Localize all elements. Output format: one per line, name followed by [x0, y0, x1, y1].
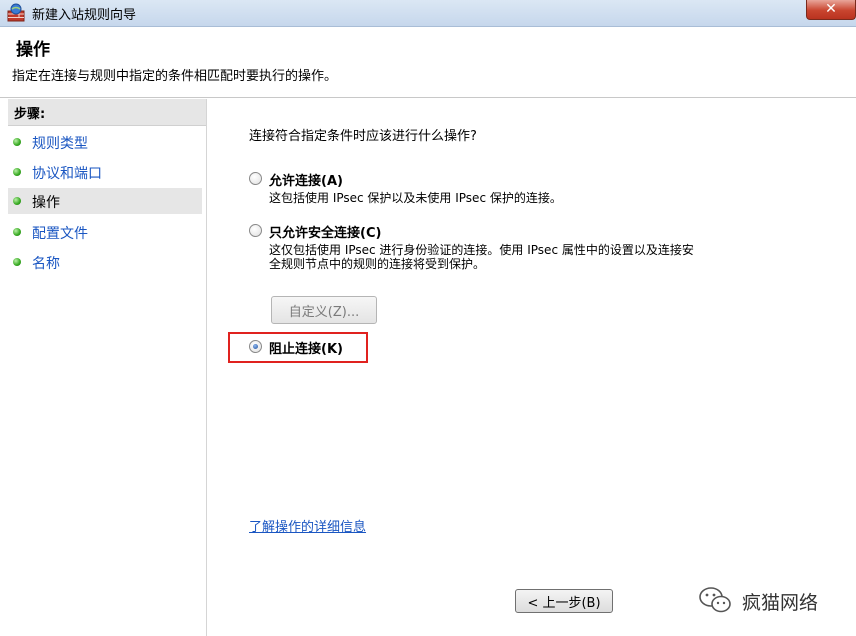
step-bullet-icon	[13, 228, 21, 236]
sidebar-item-label: 名称	[32, 256, 60, 272]
allow-secure-label[interactable]: 只允许安全连接(C)	[269, 222, 381, 241]
sidebar-item-rule-type[interactable]: 规则类型	[8, 129, 202, 155]
allow-connection-description: 这包括使用 IPsec 保护以及未使用 IPsec 保护的连接。	[269, 191, 562, 205]
sidebar-item-label: 规则类型	[32, 136, 88, 152]
close-icon: ✕	[825, 1, 837, 17]
step-bullet-icon	[13, 168, 21, 176]
watermark-text: 疯猫网络	[742, 592, 819, 614]
steps-sidebar: 步骤: 规则类型 协议和端口 操作 配置文件 名称	[8, 99, 207, 636]
sidebar-item-protocol-ports[interactable]: 协议和端口	[8, 159, 202, 185]
step-bullet-icon	[13, 197, 21, 205]
allow-secure-description-line2: 全规则节点中的规则的连接将受到保护。	[269, 257, 486, 271]
allow-secure-description-line1: 这仅包括使用 IPsec 进行身份验证的连接。使用 IPsec 属性中的设置以及…	[269, 243, 694, 257]
back-button[interactable]: < 上一步(B)	[515, 589, 613, 613]
title-bar: 新建入站规则向导 ✕	[0, 0, 856, 27]
action-question: 连接符合指定条件时应该进行什么操作?	[249, 129, 477, 144]
step-bullet-icon	[13, 138, 21, 146]
wizard-header: 操作 指定在连接与规则中指定的条件相匹配时要执行的操作。	[0, 27, 856, 98]
learn-more-link[interactable]: 了解操作的详细信息	[249, 516, 366, 535]
step-bullet-icon	[13, 258, 21, 266]
sidebar-item-name[interactable]: 名称	[8, 249, 202, 275]
watermark: 疯猫网络	[698, 584, 848, 618]
main-content: 连接符合指定条件时应该进行什么操作? 允许连接(A) 这包括使用 IPsec 保…	[207, 99, 856, 636]
sidebar-item-action[interactable]: 操作	[8, 188, 202, 214]
sidebar-item-label: 操作	[32, 195, 60, 211]
block-connection-label[interactable]: 阻止连接(K)	[269, 338, 343, 357]
page-title: 操作	[16, 40, 50, 60]
sidebar-item-profile[interactable]: 配置文件	[8, 219, 202, 245]
sidebar-item-label: 协议和端口	[32, 166, 102, 182]
window-title: 新建入站规则向导	[32, 8, 137, 23]
sidebar-item-label: 配置文件	[32, 226, 88, 242]
allow-connection-label[interactable]: 允许连接(A)	[269, 170, 343, 189]
customize-button[interactable]: 自定义(Z)...	[271, 296, 377, 324]
block-connection-radio[interactable]	[249, 340, 262, 353]
steps-header: 步骤:	[8, 99, 206, 126]
steps-label: 步骤:	[14, 107, 46, 122]
firewall-icon	[7, 3, 25, 22]
allow-connection-radio[interactable]	[249, 172, 262, 185]
close-button[interactable]: ✕	[806, 0, 856, 20]
page-description: 指定在连接与规则中指定的条件相匹配时要执行的操作。	[12, 69, 338, 84]
wechat-icon	[699, 587, 731, 613]
allow-secure-radio[interactable]	[249, 224, 262, 237]
